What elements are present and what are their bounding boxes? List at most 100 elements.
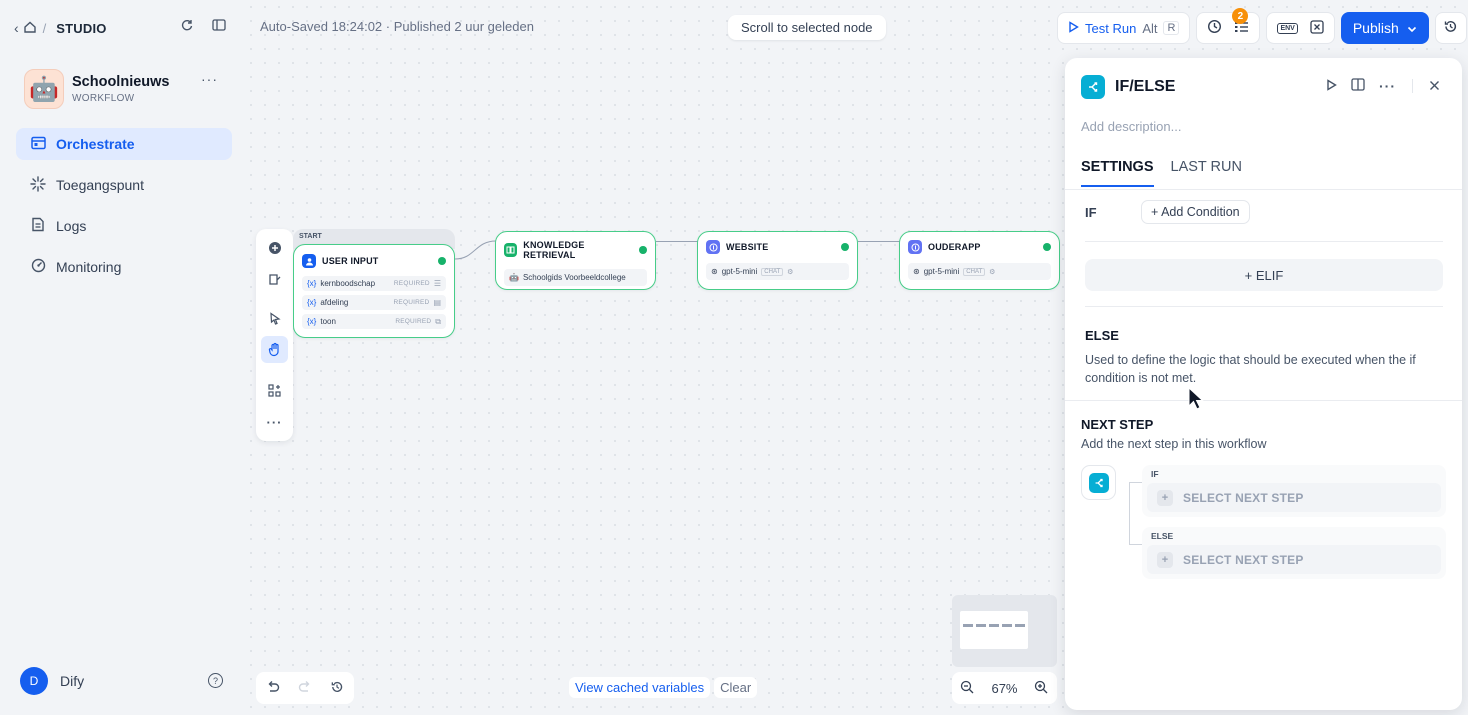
canvas-tool-strip: ··· — [256, 229, 293, 441]
close-icon[interactable] — [1429, 78, 1440, 94]
edge-connector — [656, 241, 698, 242]
variable-icon: {x} — [307, 317, 317, 326]
monitoring-icon — [30, 258, 46, 276]
minimap[interactable] — [952, 595, 1057, 667]
robot-icon: 🤖 — [509, 273, 519, 282]
test-run-button[interactable]: Test Run Alt R — [1057, 12, 1191, 44]
run-node-icon[interactable] — [1326, 78, 1337, 94]
else-description: Used to define the logic that should be … — [1085, 353, 1416, 385]
select-next-step-label: SELECT NEXT STEP — [1183, 490, 1304, 505]
success-icon — [438, 257, 446, 265]
app-name: Schoolnieuws — [72, 74, 170, 90]
ouderapp-node[interactable]: OUDERAPP ⊛ gpt-5-mini CHAT ⚙ — [899, 231, 1060, 290]
user-input-node[interactable]: USER INPUT {x} kernboodschap REQUIRED ☰ … — [293, 244, 455, 338]
history-icon[interactable] — [330, 680, 344, 697]
run-history-icon[interactable] — [1207, 19, 1222, 37]
description-input[interactable]: Add description... — [1081, 119, 1181, 134]
cached-variables-bar: View cached variables Clear — [569, 677, 758, 698]
undo-icon[interactable] — [266, 680, 280, 696]
access-point-icon — [30, 175, 46, 195]
canvas-toolbar: Test Run Alt R 2 ENV Publish — [1057, 8, 1467, 44]
breadcrumb: ‹ / STUDIO — [14, 18, 107, 38]
publish-button[interactable]: Publish — [1340, 12, 1429, 44]
select-icon: ▤ — [433, 298, 441, 307]
model-name: gpt-5-mini — [923, 267, 960, 276]
success-icon — [639, 246, 648, 254]
tab-last-run[interactable]: LAST RUN — [1171, 159, 1242, 187]
user-menu[interactable]: D Dify ? — [20, 667, 225, 695]
user-name: Dify — [60, 673, 85, 689]
website-node[interactable]: WEBSITE ⊛ gpt-5-mini CHAT ⚙ — [697, 231, 858, 290]
add-node-icon[interactable] — [261, 234, 288, 261]
knowledge-retrieval-node[interactable]: KNOWLEDGE RETRIEVAL 🤖 Schoolgids Voorbee… — [495, 231, 656, 290]
play-icon — [1068, 20, 1079, 36]
node-title: WEBSITE — [726, 242, 769, 252]
select-next-step-button[interactable]: + SELECT NEXT STEP — [1147, 483, 1441, 512]
variables-icon[interactable] — [1310, 19, 1324, 37]
chevron-left-icon[interactable]: ‹ — [14, 20, 19, 36]
sidebar-item-toegangspunt[interactable]: Toegangspunt — [16, 169, 232, 201]
zoom-out-icon[interactable] — [960, 680, 974, 697]
required-tag: REQUIRED — [393, 280, 430, 287]
zoom-level[interactable]: 67% — [991, 681, 1017, 696]
history-icon — [1443, 19, 1458, 37]
node-settings-panel: IF/ELSE ··· Add description... SETTINGS … — [1065, 58, 1462, 710]
divider — [1065, 189, 1462, 190]
env-icon[interactable]: ENV — [1277, 22, 1298, 34]
required-tag: REQUIRED — [395, 318, 432, 325]
branch-else: ELSE + SELECT NEXT STEP — [1142, 527, 1446, 579]
sidebar-item-label: Monitoring — [56, 259, 122, 275]
split-view-icon[interactable] — [1351, 78, 1365, 94]
app-avatar: 🤖 — [24, 69, 64, 109]
sidebar-item-orchestrate[interactable]: Orchestrate — [16, 128, 232, 160]
success-icon — [841, 243, 849, 251]
orchestrate-icon — [30, 136, 46, 153]
run-tools-group: 2 — [1196, 8, 1261, 44]
branch-label: IF — [1151, 469, 1159, 479]
node-title: USER INPUT — [322, 256, 379, 266]
select-next-step-button[interactable]: + SELECT NEXT STEP — [1147, 545, 1441, 574]
publish-label: Publish — [1352, 20, 1399, 36]
hand-icon[interactable] — [261, 336, 288, 363]
sidebar-item-logs[interactable]: Logs — [16, 210, 232, 242]
openai-icon: ⊛ — [913, 267, 920, 276]
sidebar-item-label: Toegangspunt — [56, 177, 144, 193]
more-icon[interactable]: ··· — [1379, 78, 1396, 94]
scroll-to-selected-button[interactable]: Scroll to selected node — [728, 15, 886, 40]
app-type: WORKFLOW — [72, 93, 135, 104]
sidebar-item-label: Logs — [56, 218, 87, 234]
logs-icon — [30, 217, 46, 235]
mouse-cursor-icon — [1188, 386, 1204, 416]
current-node-icon — [1081, 465, 1116, 500]
view-cached-variables-button[interactable]: View cached variables — [569, 677, 711, 698]
model-row: ⊛ gpt-5-mini CHAT ⚙ — [706, 263, 849, 280]
app-card[interactable]: 🤖 Schoolnieuws WORKFLOW ··· — [24, 69, 224, 109]
variable-row: {x} kernboodschap REQUIRED ☰ — [302, 276, 446, 291]
zoom-in-icon[interactable] — [1034, 680, 1048, 697]
add-note-icon[interactable] — [261, 265, 288, 292]
tab-settings[interactable]: SETTINGS — [1081, 159, 1154, 187]
next-step-title: NEXT STEP — [1081, 417, 1154, 432]
autosave-status: Auto-Saved 18:24:02 · Published 2 uur ge… — [260, 19, 534, 34]
model-mode-tag: CHAT — [761, 267, 784, 276]
add-condition-button[interactable]: + Add Condition — [1141, 200, 1250, 224]
home-icon[interactable] — [23, 20, 37, 37]
next-step-description: Add the next step in this workflow — [1081, 437, 1267, 451]
redo-icon[interactable] — [298, 680, 312, 696]
sidebar-toggle-icon[interactable] — [212, 18, 226, 35]
refresh-icon[interactable] — [180, 18, 194, 35]
help-icon[interactable]: ? — [208, 673, 223, 688]
branch-connector — [1129, 544, 1142, 545]
llm-icon — [706, 240, 720, 254]
version-history-button[interactable] — [1434, 12, 1467, 44]
clear-button[interactable]: Clear — [714, 677, 758, 698]
chevron-down-icon — [1407, 20, 1417, 36]
sidebar-item-monitoring[interactable]: Monitoring — [16, 251, 232, 283]
history-controls — [256, 672, 354, 704]
studio-link[interactable]: STUDIO — [56, 21, 106, 36]
more-icon[interactable]: ··· — [201, 71, 218, 87]
organize-icon[interactable] — [261, 377, 288, 404]
more-tools-icon[interactable]: ··· — [261, 409, 288, 436]
add-elif-button[interactable]: + ELIF — [1085, 259, 1443, 291]
pointer-icon[interactable] — [261, 305, 288, 332]
